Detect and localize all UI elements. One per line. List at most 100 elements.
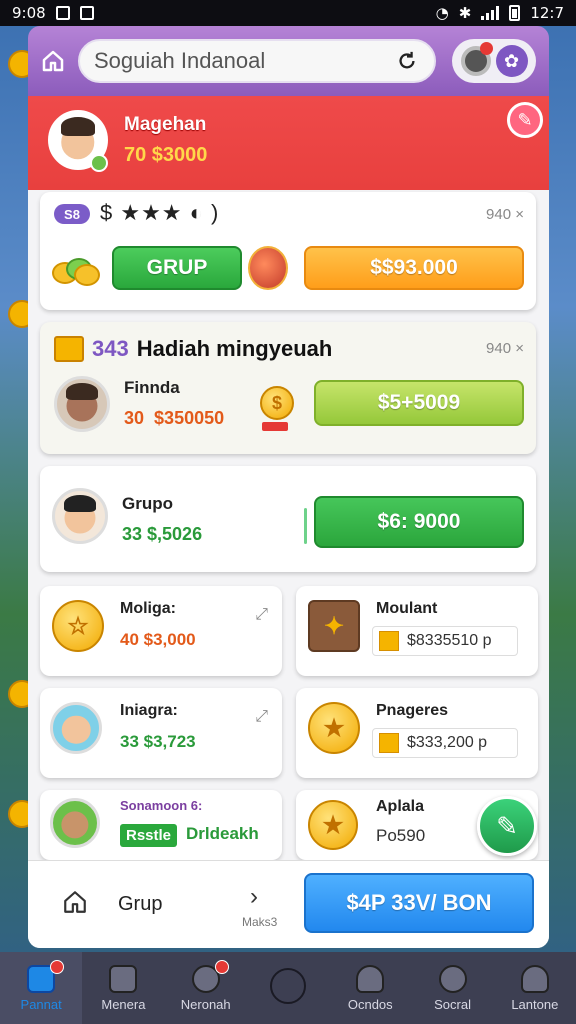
- nav-item-center[interactable]: [247, 952, 329, 1024]
- mini-amount-box: $333,200 p: [372, 728, 518, 758]
- refresh-button[interactable]: [394, 48, 420, 74]
- profile-icon: [520, 964, 549, 993]
- mini-card-iniagra[interactable]: Iniagra: 33 $3,723 ⤢: [40, 688, 282, 778]
- mini-name: Moulant: [376, 600, 438, 617]
- chest-icon: ✦: [308, 600, 360, 652]
- home-icon: [42, 50, 64, 72]
- vibrate-icon: ✱: [458, 4, 472, 22]
- star-coin-icon: ★: [308, 800, 358, 850]
- mini-avatar: [50, 702, 102, 754]
- profile-name: Magehan: [124, 114, 207, 135]
- group-avatar[interactable]: [52, 488, 108, 544]
- wifi-icon: ◔: [435, 4, 449, 22]
- nav-item-pannat[interactable]: Pannat: [0, 952, 83, 1024]
- footer-small-label: Maks3: [242, 915, 278, 929]
- home-outline-icon[interactable]: [62, 889, 88, 915]
- divider: [304, 508, 307, 544]
- mini-card-moulant[interactable]: ✦ Moulant $8335510 p: [296, 586, 538, 676]
- settings-flower-button[interactable]: ✿: [495, 45, 528, 77]
- pencil-icon: ✎: [496, 810, 518, 841]
- mini-name: Aplala: [376, 798, 425, 815]
- app-header: ✿: [28, 26, 549, 96]
- battery-icon: [509, 5, 521, 21]
- player-name: Finnda: [124, 378, 180, 397]
- online-badge-icon: [90, 154, 108, 172]
- mini-amount: 33 $3,723: [120, 732, 196, 751]
- mini-extra: Drldeakh: [186, 824, 259, 843]
- notification-dot: [214, 960, 229, 974]
- status-time-left: 9:08: [12, 4, 46, 22]
- card2-meta[interactable]: 940 ×: [486, 340, 524, 357]
- signal-icon: [481, 6, 500, 20]
- gift-jar-icon: [248, 246, 288, 290]
- user-icon: [356, 964, 385, 993]
- group-name: Grupo: [122, 494, 173, 513]
- background-game-peek: [0, 40, 36, 940]
- coins-stack-icon: [52, 252, 102, 286]
- player-amount: 30 $350050: [124, 408, 225, 428]
- notification-icon: [55, 6, 70, 20]
- nav-item-socral[interactable]: Socral: [411, 952, 493, 1024]
- coin-icon: [438, 964, 467, 993]
- mini-amount: Po590: [376, 826, 426, 845]
- mini-amount-box: $8335510 p: [372, 626, 518, 656]
- stars-rating: $ ★★★ ◐ ): [100, 200, 220, 225]
- level-tag: S8: [54, 204, 90, 224]
- main-panel: Magehan 70 $3000 ✎ S8 $ ★★★ ◐ ) 940 × GR…: [28, 96, 549, 948]
- nav-item-menera[interactable]: Menera: [82, 952, 164, 1024]
- mini-name: Iniagra:: [120, 702, 178, 719]
- mini-name: Moliga:: [120, 600, 176, 617]
- app-icon: [79, 6, 94, 20]
- footer-grup-label[interactable]: Grup: [118, 893, 162, 916]
- home-button[interactable]: [38, 46, 68, 76]
- chevron-right-icon[interactable]: ›: [250, 883, 258, 911]
- group-reward-card: Grupo 33 $,5026 $6: 9000: [40, 466, 536, 572]
- reward-card-1: S8 $ ★★★ ◐ ) 940 × GRUP $$93.000: [40, 192, 536, 310]
- nav-item-neronah[interactable]: Neronah: [165, 952, 247, 1024]
- status-bar: 9:08 ◔ ✱ 12:7: [0, 0, 576, 26]
- weekly-title: Hadiah mingyeuah: [136, 336, 333, 361]
- profile-balance: 70 $3000: [124, 144, 208, 166]
- footer-bonus-button[interactable]: $4P 33V/ BON: [304, 873, 534, 933]
- group-claim-button[interactable]: $6: 9000: [314, 496, 524, 548]
- nav-item-ocndos[interactable]: Ocndos: [329, 952, 411, 1024]
- record-button[interactable]: [460, 42, 493, 76]
- dollar-coin-icon: $: [260, 386, 294, 420]
- edit-profile-button[interactable]: ✎: [507, 102, 543, 138]
- mini-card-sonamoon[interactable]: Sonamoon 6: Rsstle Drldeakh: [40, 790, 282, 860]
- search-bar[interactable]: [78, 39, 436, 83]
- mini-name: Sonamoon 6:: [120, 798, 203, 813]
- document-icon: [109, 964, 138, 993]
- treasure-chest-icon: [54, 336, 84, 362]
- search-input[interactable]: [94, 48, 394, 74]
- weekly-title-row: 343 Hadiah mingyeuah: [54, 336, 332, 362]
- expand-icon[interactable]: ⤢: [255, 708, 268, 726]
- red-tag-icon: [262, 422, 288, 431]
- nav-item-lantone[interactable]: Lantone: [494, 952, 576, 1024]
- mini-chip: Rsstle: [120, 824, 178, 847]
- mini-amount: 40 $3,000: [120, 630, 196, 649]
- expand-icon[interactable]: ⤢: [255, 606, 268, 624]
- clock-icon: [269, 968, 306, 1004]
- mini-avatar: [50, 798, 100, 848]
- card1-meta[interactable]: 940 ×: [486, 206, 524, 223]
- notification-dot: [50, 960, 65, 974]
- header-actions: ✿: [452, 39, 536, 83]
- weekly-reward-card: 343 Hadiah mingyeuah 940 × Finnda 30 $35…: [40, 322, 536, 454]
- bottom-navigation: Pannat Menera Neronah Ocndos Socral Lant…: [0, 952, 576, 1024]
- pencil-icon: ✎: [517, 109, 533, 130]
- profile-header: Magehan 70 $3000 ✎: [28, 96, 549, 190]
- status-time-right: 12:7: [530, 4, 564, 22]
- mini-card-moliga[interactable]: ☆ Moliga: 40 $3,000 ⤢: [40, 586, 282, 676]
- panel-footer: Grup › Maks3 $4P 33V/ BON: [28, 860, 549, 948]
- claim-amount-button[interactable]: $$93.000: [304, 246, 524, 290]
- grup-button[interactable]: GRUP: [112, 246, 242, 290]
- mini-card-pnageres[interactable]: ★ Pnageres $333,200 p: [296, 688, 538, 778]
- weekly-claim-button[interactable]: $5+5009: [314, 380, 524, 426]
- weekly-count: 343: [92, 336, 129, 361]
- mini-name: Pnageres: [376, 702, 449, 719]
- player-avatar[interactable]: [54, 376, 110, 432]
- refresh-icon: [399, 51, 415, 69]
- edit-fab-button[interactable]: ✎: [477, 796, 537, 856]
- star-coin-icon: ☆: [52, 600, 104, 652]
